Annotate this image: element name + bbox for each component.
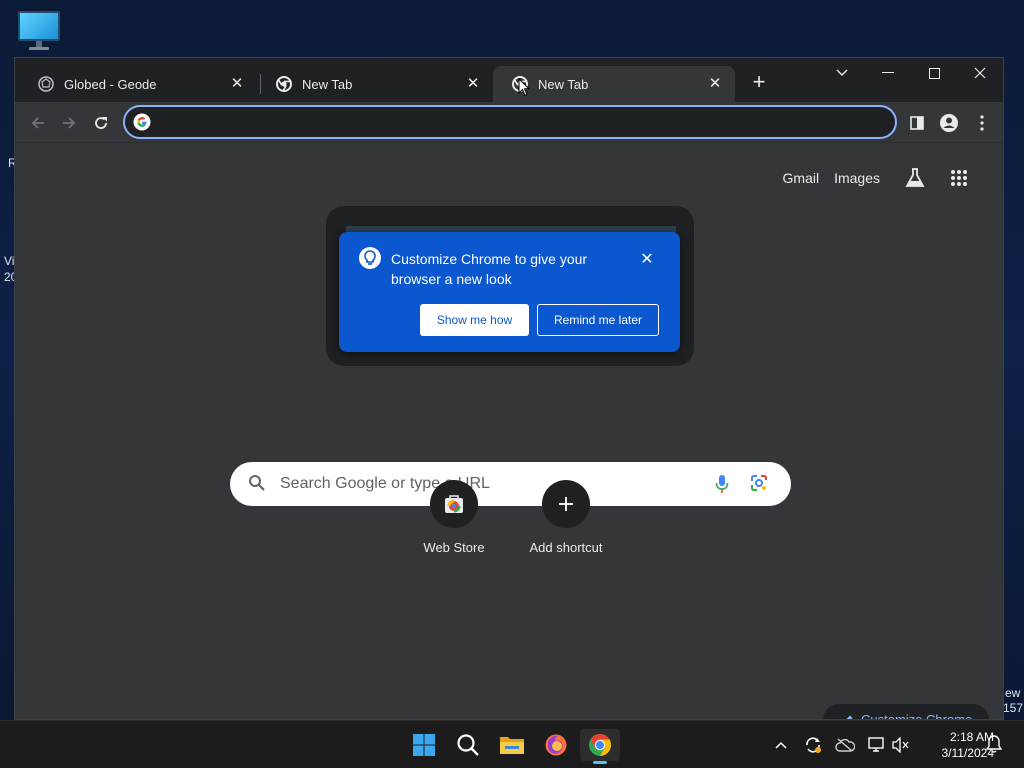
clock-date: 3/11/2024 bbox=[941, 746, 995, 760]
forward-button[interactable] bbox=[56, 110, 82, 136]
system-clock[interactable]: 2:18 AM 3/11/2024 bbox=[918, 729, 995, 761]
customize-chrome-promo-bubble: Customize Chrome to give your browser a … bbox=[339, 232, 680, 352]
new-tab-button[interactable]: + bbox=[747, 71, 771, 95]
chrome-labs-flask-icon[interactable] bbox=[903, 166, 927, 190]
chevron-up-icon[interactable] bbox=[771, 735, 791, 755]
close-icon[interactable]: ✕ bbox=[229, 76, 245, 92]
chrome-icon[interactable] bbox=[580, 729, 620, 764]
voice-search-mic-icon[interactable] bbox=[714, 474, 730, 499]
desktop-label-fragment: 157 bbox=[1003, 701, 1024, 715]
show-me-how-button[interactable]: Show me how bbox=[420, 304, 529, 336]
notification-bell-icon[interactable] bbox=[985, 735, 1003, 758]
tab-title: Globed - Geode bbox=[64, 76, 157, 92]
kebab-menu-icon[interactable] bbox=[969, 110, 995, 136]
new-tab-page: Gmail Images Search Google or type a URL… bbox=[15, 144, 1003, 720]
google-g-icon bbox=[133, 113, 151, 131]
desktop-label-fragment: ew bbox=[1005, 686, 1021, 700]
network-icon[interactable] bbox=[867, 735, 887, 755]
lightbulb-icon bbox=[359, 247, 381, 269]
geode-icon bbox=[38, 76, 54, 92]
minimize-button[interactable] bbox=[865, 58, 911, 88]
top-links: Gmail Images bbox=[783, 166, 983, 190]
address-bar[interactable] bbox=[123, 105, 897, 139]
taskbar: 2:18 AM 3/11/2024 bbox=[0, 720, 1024, 768]
plus-icon bbox=[542, 480, 590, 528]
volume-muted-icon[interactable] bbox=[891, 735, 911, 755]
gmail-link[interactable]: Gmail bbox=[783, 170, 820, 186]
firefox-icon[interactable] bbox=[536, 729, 576, 761]
back-button[interactable] bbox=[25, 110, 51, 136]
customize-chrome-button[interactable]: Customize Chrome bbox=[823, 704, 989, 720]
profile-avatar-icon[interactable] bbox=[936, 110, 962, 136]
web-store-icon bbox=[430, 480, 478, 528]
reload-button[interactable] bbox=[88, 110, 114, 136]
search-icon bbox=[248, 474, 266, 497]
remind-me-later-button[interactable]: Remind me later bbox=[537, 304, 659, 336]
tab-title: New Tab bbox=[538, 76, 589, 92]
this-pc-desktop-icon[interactable] bbox=[17, 11, 61, 51]
shortcut-web-store[interactable]: Web Store bbox=[398, 480, 510, 555]
close-icon[interactable]: ✕ bbox=[707, 76, 723, 92]
tab-title: New Tab bbox=[302, 76, 353, 92]
google-lens-camera-icon[interactable] bbox=[750, 474, 768, 497]
sync-update-icon[interactable] bbox=[803, 735, 823, 755]
close-icon[interactable]: ✕ bbox=[637, 250, 657, 270]
address-input[interactable] bbox=[159, 111, 879, 133]
images-link[interactable]: Images bbox=[834, 170, 880, 186]
maximize-button[interactable] bbox=[911, 58, 957, 88]
close-window-button[interactable] bbox=[957, 58, 1003, 88]
active-app-indicator bbox=[593, 761, 607, 764]
chrome-icon bbox=[276, 76, 292, 92]
start-icon[interactable] bbox=[404, 729, 444, 761]
search-icon[interactable] bbox=[448, 729, 488, 761]
tab-search-chevron-icon[interactable] bbox=[819, 58, 865, 88]
toolbar bbox=[15, 102, 1003, 143]
onedrive-cloud-icon[interactable] bbox=[835, 735, 855, 755]
promo-text: Customize Chrome to give your browser a … bbox=[391, 251, 588, 287]
shortcut-label: Add shortcut bbox=[529, 540, 603, 555]
mouse-cursor-icon bbox=[518, 78, 530, 97]
shortcut-label: Web Store bbox=[423, 540, 485, 555]
tab-strip: Globed - Geode ✕ New Tab ✕ New Tab ✕ + bbox=[15, 58, 1003, 102]
side-panel-icon[interactable] bbox=[904, 110, 930, 136]
file-explorer-icon[interactable] bbox=[492, 729, 532, 761]
tab-new-tab[interactable]: New Tab ✕ bbox=[257, 66, 493, 102]
google-apps-grid-icon[interactable] bbox=[947, 166, 971, 190]
clock-time: 2:18 AM bbox=[949, 730, 994, 744]
close-icon[interactable]: ✕ bbox=[465, 76, 481, 92]
desktop-label-fragment: Vi bbox=[4, 254, 15, 268]
customize-chrome-label: Customize Chrome bbox=[861, 712, 973, 720]
chrome-window: Globed - Geode ✕ New Tab ✕ New Tab ✕ + G… bbox=[14, 57, 1004, 720]
shortcut-add[interactable]: Add shortcut bbox=[510, 480, 622, 555]
tab-globed-geode[interactable]: Globed - Geode ✕ bbox=[19, 66, 257, 102]
